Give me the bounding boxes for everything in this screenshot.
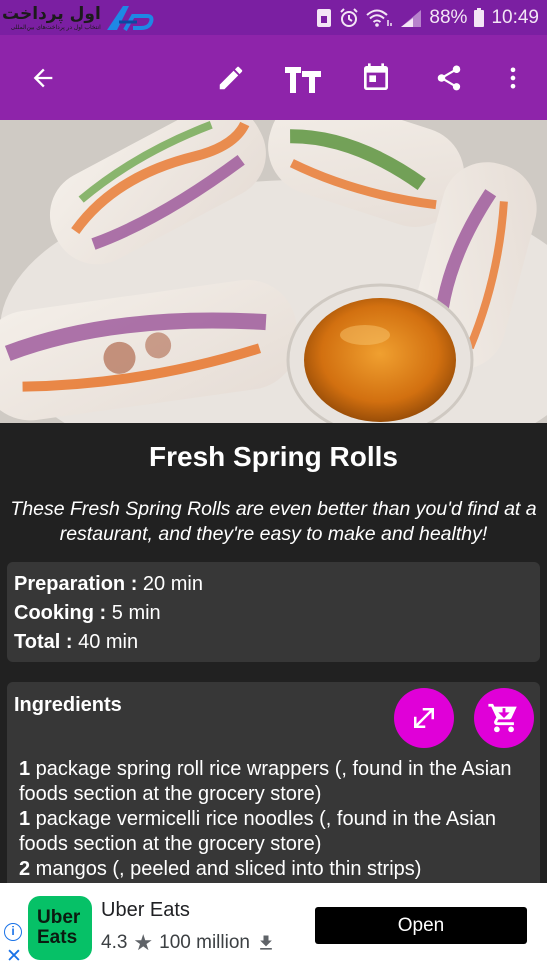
share-button[interactable] [421, 35, 477, 120]
recipe-title: Fresh Spring Rolls [149, 441, 398, 472]
ingredients-heading: Ingredients [14, 694, 122, 716]
ingredients-card: Ingredients 1 package spring roll rice w… [7, 682, 540, 883]
ad-app-meta: 4.3 ★ 100 million [101, 930, 276, 956]
signal-icon [401, 9, 422, 27]
recipe-description: These Fresh Spring Rolls are even better… [10, 498, 537, 545]
ad-downloads: 100 million [159, 932, 250, 953]
alarm-icon [340, 7, 359, 27]
expand-button[interactable] [394, 688, 454, 748]
logo-tagline: انتخاب اول در پرداخت‌های بین‌المللی [10, 25, 101, 31]
ad-info-icon[interactable]: i [4, 923, 22, 941]
ingredient-item: 1 package vermicelli rice noodles (, fou… [19, 808, 496, 855]
more-vert-icon [510, 67, 516, 88]
battery-percent: 88% [429, 6, 468, 28]
logo-mark-icon [106, 5, 154, 31]
ad-rating: 4.3 [101, 932, 128, 953]
calendar-icon [364, 62, 388, 90]
star-icon: ★ [133, 930, 154, 955]
cooking-time: Cooking : 5 min [14, 602, 161, 624]
preparation-time: Preparation : 20 min [14, 573, 203, 595]
ingredient-item: 1 package spring roll rice wrappers (, f… [19, 758, 512, 805]
text-size-icon [285, 66, 321, 93]
ad-close-icon[interactable]: ✕ [6, 945, 22, 968]
watermark-logo: اول پرداخت انتخاب اول در پرداخت‌های بین‌… [2, 1, 155, 34]
sim-icon [317, 8, 332, 27]
add-to-cart-button[interactable] [474, 688, 534, 748]
text-size-button[interactable] [275, 35, 331, 120]
app-bar [0, 35, 547, 120]
share-icon [437, 64, 461, 90]
ad-open-button[interactable]: Open [315, 907, 527, 944]
calendar-button[interactable] [348, 35, 404, 120]
spring-rolls-image [0, 120, 547, 423]
expand-icon [414, 708, 434, 728]
uber-eats-app-icon: Uber Eats [28, 896, 92, 960]
battery-icon [474, 7, 485, 27]
recipe-photo [0, 120, 547, 423]
download-icon [260, 935, 272, 950]
total-time: Total : 40 min [14, 631, 139, 653]
clock: 10:49 [491, 6, 539, 28]
ingredients-list: 1 package spring roll rice wrappers (, f… [19, 757, 534, 882]
logo-text: اول پرداخت [2, 4, 102, 24]
ad-app-name: Uber Eats [101, 899, 190, 921]
ingredient-item: 2 mangos (, peeled and sliced into thin … [19, 858, 422, 880]
wifi-icon [366, 9, 393, 27]
recipe-content: Fresh Spring Rolls These Fresh Spring Ro… [0, 423, 547, 883]
back-arrow-icon [33, 68, 53, 87]
more-options-button[interactable] [485, 35, 541, 120]
edit-button[interactable] [203, 35, 259, 120]
times-card: Preparation : 20 min Cooking : 5 min Tot… [7, 562, 540, 662]
cart-download-icon [488, 703, 517, 733]
status-icons: 88% 10:49 [315, 0, 539, 35]
status-bar: اول پرداخت انتخاب اول در پرداخت‌های بین‌… [0, 0, 547, 35]
ad-banner[interactable]: i ✕ Uber Eats Uber Eats 4.3 ★ 100 millio… [0, 883, 547, 969]
edit-icon [219, 66, 243, 89]
back-button[interactable] [15, 35, 71, 120]
